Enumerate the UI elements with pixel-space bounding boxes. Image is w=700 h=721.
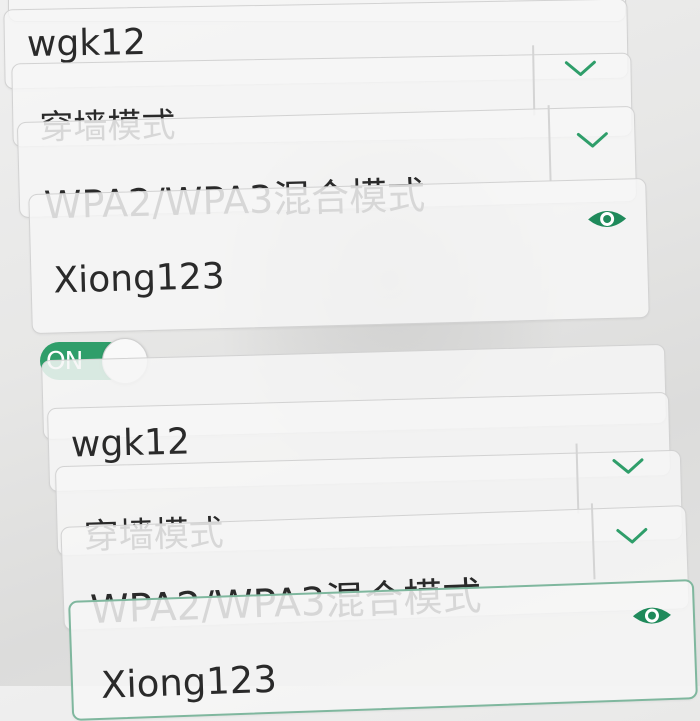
password-value: Xiong123 xyxy=(100,657,278,707)
password-field[interactable]: Xiong123 xyxy=(28,177,650,335)
password-field[interactable]: Xiong123 xyxy=(68,579,698,721)
password-value: Xiong123 xyxy=(53,256,226,302)
chevron-down-icon[interactable] xyxy=(562,56,598,81)
eye-icon[interactable] xyxy=(586,205,629,232)
select-divider xyxy=(575,443,579,514)
wifi-settings-screen: wgk12 穿墙模式 WPA2/WPA3混合模式 Xiong123 ON wgk… xyxy=(0,0,700,721)
eye-icon[interactable] xyxy=(631,602,674,629)
chevron-down-icon[interactable] xyxy=(574,128,611,153)
select-divider xyxy=(590,503,596,580)
ssid-value: wgk12 xyxy=(26,21,147,66)
select-divider xyxy=(547,105,552,182)
ssid-value: wgk12 xyxy=(70,421,191,466)
chevron-down-icon[interactable] xyxy=(610,454,647,479)
chevron-down-icon[interactable] xyxy=(614,523,651,548)
select-divider xyxy=(532,45,535,116)
